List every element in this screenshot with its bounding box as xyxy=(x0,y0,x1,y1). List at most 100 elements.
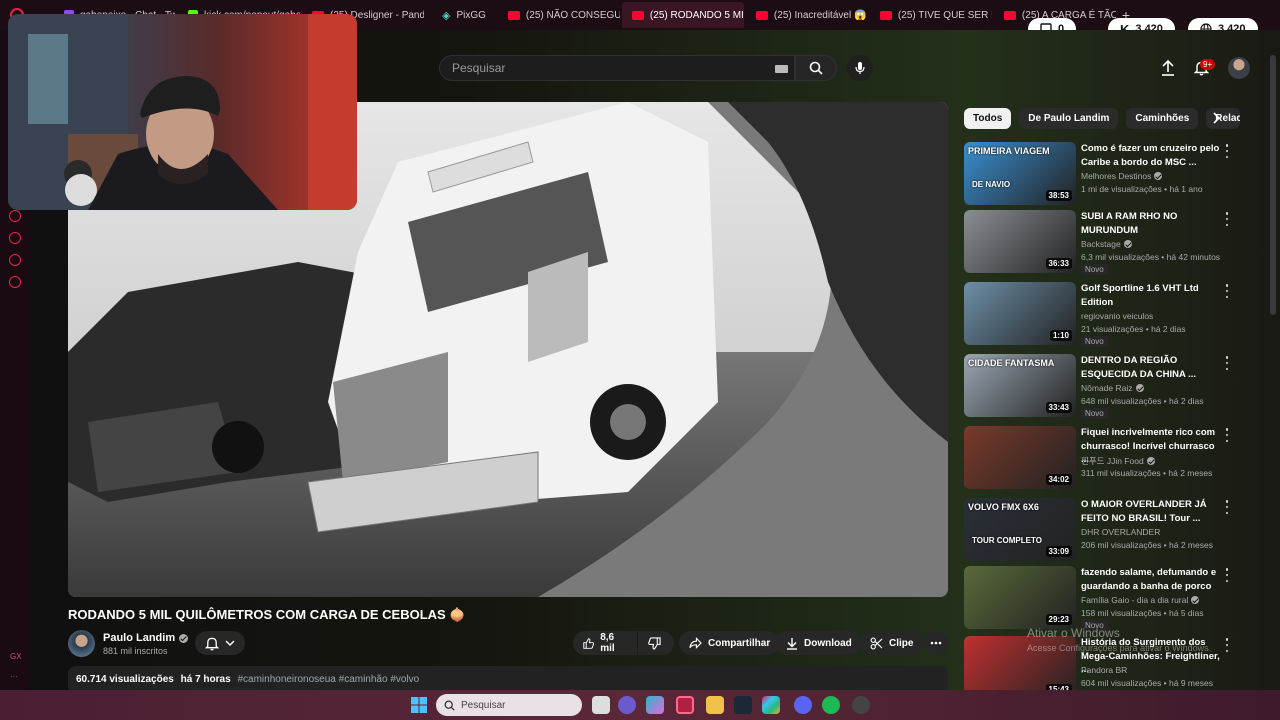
more-vertical-icon[interactable] xyxy=(1224,428,1230,442)
hashtags[interactable]: #caminhoneironoseua #caminhão #volvo xyxy=(237,674,419,685)
recommendation-item[interactable]: 36:33 SUBI A RAM RHO NO MURUNDUM Backstage… xyxy=(964,210,1244,275)
more-vertical-icon[interactable] xyxy=(1224,568,1230,582)
video-title[interactable]: O MAIOR OVERLANDER JÁ FEITO NO BRASIL! T… xyxy=(1081,498,1221,525)
opera-gx-taskbar-icon[interactable] xyxy=(676,696,694,714)
search-button[interactable] xyxy=(795,55,837,81)
download-button[interactable]: Download xyxy=(776,631,862,655)
slack-icon[interactable] xyxy=(762,696,780,714)
video-title[interactable]: Golf Sportline 1.6 VHT Ltd Edition xyxy=(1081,282,1221,309)
player-icon[interactable] xyxy=(9,210,21,222)
recommendation-item[interactable]: CIDADE FANTASMA 33:43 DENTRO DA REGIÃO ESQ… xyxy=(964,354,1244,419)
search-input[interactable] xyxy=(452,61,752,75)
video-thumbnail[interactable]: 36:33 xyxy=(964,210,1076,273)
channel-name[interactable]: Backstage xyxy=(1081,239,1121,249)
menu-dot xyxy=(1225,223,1229,226)
browser-tab[interactable]: (25) Inacreditável 😱 LE xyxy=(746,2,868,28)
channel-name[interactable]: regiovanio veiculos xyxy=(1081,311,1153,321)
channel-name[interactable]: Família Gaio - dia a dia rural xyxy=(1081,595,1188,605)
more-vertical-icon[interactable] xyxy=(1224,212,1230,226)
app-icon[interactable] xyxy=(618,696,636,714)
subscriber-count: 881 mil inscritos xyxy=(103,646,168,656)
more-actions-button[interactable] xyxy=(924,631,948,655)
chip-caminhões[interactable]: Caminhões xyxy=(1126,108,1199,129)
upload-button[interactable] xyxy=(1158,58,1178,78)
share-button[interactable]: Compartilhar xyxy=(679,631,781,655)
browser-tab[interactable]: (25) RODANDO 5 MIL QU xyxy=(621,2,744,28)
recommendation-item[interactable]: 29:23 fazendo salame, defumando e guardan… xyxy=(964,566,1244,631)
video-meta: 206 mil visualizações • há 2 meses xyxy=(1081,540,1213,550)
discord-icon[interactable] xyxy=(794,696,812,714)
more-vertical-icon[interactable] xyxy=(1224,284,1230,298)
more-vertical-icon[interactable] xyxy=(1224,500,1230,514)
video-thumbnail[interactable]: 29:23 xyxy=(964,566,1076,629)
webcam-overlay xyxy=(8,14,357,210)
video-thumbnail[interactable]: 34:02 xyxy=(964,426,1076,489)
browser-tab[interactable]: (25) TIVE QUE SER ESC xyxy=(870,2,992,28)
recommendation-item[interactable]: VOLVO FMX 6X6 TOUR COMPLETO 33:09 O MAIOR O… xyxy=(964,498,1244,562)
channel-row[interactable]: DHR OVERLANDER xyxy=(1081,527,1160,537)
channel-name[interactable]: DHR OVERLANDER xyxy=(1081,527,1160,537)
sidebar-more-icon[interactable]: ··· xyxy=(10,672,18,681)
video-thumbnail[interactable]: 1:10 xyxy=(964,282,1076,345)
account-avatar[interactable] xyxy=(1228,57,1250,79)
channel-avatar[interactable] xyxy=(68,630,95,657)
more-vertical-icon[interactable] xyxy=(1224,638,1230,652)
channel-name-row[interactable]: Paulo Landim xyxy=(103,632,189,644)
channel-row[interactable]: Nômade Raiz xyxy=(1081,383,1144,393)
recommendation-item[interactable]: 1:10 Golf Sportline 1.6 VHT Ltd Edition re… xyxy=(964,282,1244,347)
obs-icon[interactable] xyxy=(852,696,870,714)
chips-next-button[interactable] xyxy=(1208,110,1224,126)
chip-todos[interactable]: Todos xyxy=(964,108,1012,129)
channel-name[interactable]: Paulo Landim xyxy=(103,632,175,644)
like-button[interactable]: 8,6 mil xyxy=(573,631,637,655)
upload-icon xyxy=(1162,60,1174,76)
channel-row[interactable]: regiovanio veiculos xyxy=(1081,311,1153,321)
browser-tab[interactable]: (25) NÃO CONSEGUIMO xyxy=(498,2,620,28)
more-vertical-icon[interactable] xyxy=(1224,356,1230,370)
steam-icon[interactable] xyxy=(734,696,752,714)
taskbar-search[interactable]: Pesquisar xyxy=(436,694,582,716)
windows-start-icon[interactable] xyxy=(410,696,428,714)
page-scrollbar[interactable] xyxy=(1270,55,1276,315)
video-title[interactable]: DENTRO DA REGIÃO ESQUECIDA DA CHINA ... xyxy=(1081,354,1221,381)
channel-name[interactable]: Pandora BR xyxy=(1081,665,1127,675)
channel-row[interactable]: 찐푸드 JJin Food xyxy=(1081,455,1155,467)
search-box[interactable] xyxy=(439,55,795,81)
channel-row[interactable]: Melhores Destinos xyxy=(1081,171,1163,181)
video-thumbnail[interactable]: VOLVO FMX 6X6 TOUR COMPLETO 33:09 xyxy=(964,498,1076,561)
menu-dot xyxy=(1225,511,1229,514)
keyboard-icon[interactable] xyxy=(775,65,788,73)
more-vertical-icon[interactable] xyxy=(1224,144,1230,158)
task-view-icon[interactable] xyxy=(592,696,610,714)
video-thumbnail[interactable]: CIDADE FANTASMA 33:43 xyxy=(964,354,1076,417)
recommendation-item[interactable]: 34:02 Fiquei incrivelmente rico com churr… xyxy=(964,426,1244,490)
video-title[interactable]: Como é fazer um cruzeiro pelo Caribe a b… xyxy=(1081,142,1221,169)
subscription-bell-button[interactable] xyxy=(195,631,245,655)
thumbnail-text: CIDADE FANTASMA xyxy=(968,358,1055,368)
verified-icon xyxy=(1154,172,1163,180)
video-title[interactable]: SUBI A RAM RHO NO MURUNDUM xyxy=(1081,210,1221,237)
menu-dot xyxy=(1225,284,1229,287)
history-icon[interactable] xyxy=(9,232,21,244)
channel-row[interactable]: Pandora BR xyxy=(1081,665,1127,675)
spotify-icon[interactable] xyxy=(822,696,840,714)
video-thumbnail[interactable]: PRIMEIRA VIAGEM DE NAVIO 38:53 xyxy=(964,142,1076,205)
browser-tab[interactable]: ◈ PixGG xyxy=(432,2,496,28)
voice-search-button[interactable] xyxy=(847,55,873,81)
video-title[interactable]: fazendo salame, defumando e guardando a … xyxy=(1081,566,1221,593)
copilot-icon[interactable] xyxy=(646,696,664,714)
channel-row[interactable]: Família Gaio - dia a dia rural xyxy=(1081,595,1200,605)
chip-de-paulo-landim[interactable]: De Paulo Landim xyxy=(1019,108,1119,129)
dislike-button[interactable] xyxy=(638,631,674,655)
file-explorer-icon[interactable] xyxy=(706,696,724,714)
scissors-icon xyxy=(870,637,883,649)
channel-name[interactable]: Melhores Destinos xyxy=(1081,171,1151,181)
channel-row[interactable]: Backstage xyxy=(1081,239,1132,249)
settings-icon[interactable] xyxy=(9,276,21,288)
thumbs-up-icon xyxy=(583,637,594,649)
clip-button[interactable]: Clipe xyxy=(860,631,924,655)
extensions-icon[interactable] xyxy=(9,254,21,266)
channel-name[interactable]: Nômade Raiz xyxy=(1081,383,1133,393)
channel-name[interactable]: 찐푸드 JJin Food xyxy=(1081,455,1144,467)
recommendation-item[interactable]: PRIMEIRA VIAGEM DE NAVIO 38:53 Como é fazer… xyxy=(964,142,1244,206)
